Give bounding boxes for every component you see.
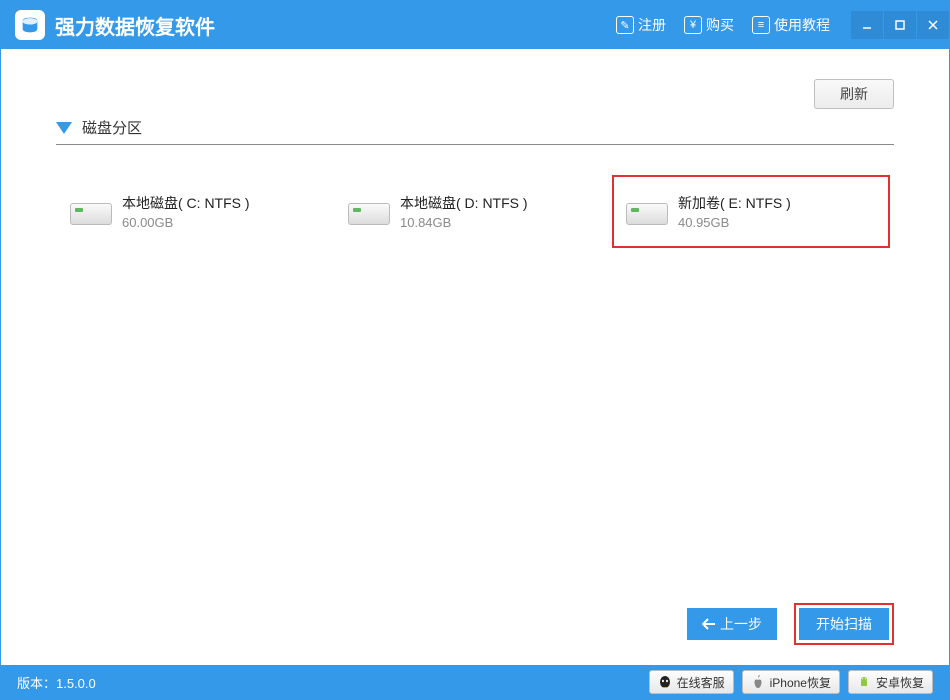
disk-item-c[interactable]: 本地磁盘( C: NTFS ) 60.00GB xyxy=(56,175,334,248)
disk-name: 本地磁盘( C: NTFS ) xyxy=(122,193,250,213)
section-title: 磁盘分区 xyxy=(82,117,142,138)
close-button[interactable] xyxy=(917,11,949,39)
drive-icon xyxy=(348,195,390,225)
disk-item-e[interactable]: 新加卷( E: NTFS ) 40.95GB xyxy=(612,175,890,248)
buy-link[interactable]: ¥ 购买 xyxy=(684,15,734,35)
footer: 版本：1.5.0.0 在线客服 iPhone恢复 安卓恢复 xyxy=(1,665,949,699)
drive-icon xyxy=(70,195,112,225)
refresh-button[interactable]: 刷新 xyxy=(814,79,894,109)
android-recovery-label: 安卓恢复 xyxy=(876,674,924,691)
titlebar: 强力数据恢复软件 ✎ 注册 ¥ 购买 ≡ 使用教程 xyxy=(1,1,949,49)
version-label: 版本：1.5.0.0 xyxy=(17,673,96,692)
disk-size: 40.95GB xyxy=(678,215,791,230)
section-header: 磁盘分区 xyxy=(56,117,894,138)
android-recovery-button[interactable]: 安卓恢复 xyxy=(848,670,933,694)
buy-label: 购买 xyxy=(706,15,734,35)
titlebar-actions: ✎ 注册 ¥ 购买 ≡ 使用教程 xyxy=(616,15,830,35)
online-service-label: 在线客服 xyxy=(677,674,725,691)
disk-size: 60.00GB xyxy=(122,215,250,230)
main-content: 刷新 磁盘分区 本地磁盘( C: NTFS ) 60.00GB 本地磁盘( D:… xyxy=(1,49,949,665)
tutorial-link[interactable]: ≡ 使用教程 xyxy=(752,15,830,35)
collapse-arrow-icon[interactable] xyxy=(56,122,72,134)
android-icon xyxy=(857,675,871,689)
iphone-recovery-button[interactable]: iPhone恢复 xyxy=(742,670,840,694)
maximize-button[interactable] xyxy=(884,11,916,39)
start-scan-button[interactable]: 开始扫描 xyxy=(799,608,889,640)
tutorial-label: 使用教程 xyxy=(774,15,830,35)
register-link[interactable]: ✎ 注册 xyxy=(616,15,666,35)
disk-item-d[interactable]: 本地磁盘( D: NTFS ) 10.84GB xyxy=(334,175,612,248)
qq-icon xyxy=(658,675,672,689)
window-controls xyxy=(850,11,949,39)
tutorial-icon: ≡ xyxy=(752,16,770,34)
register-icon: ✎ xyxy=(616,16,634,34)
prev-label: 上一步 xyxy=(720,614,762,634)
app-title: 强力数据恢复软件 xyxy=(55,11,215,40)
app-logo-icon xyxy=(15,10,45,40)
disk-list: 本地磁盘( C: NTFS ) 60.00GB 本地磁盘( D: NTFS ) … xyxy=(56,175,894,248)
back-arrow-icon xyxy=(702,618,716,630)
prev-button[interactable]: 上一步 xyxy=(687,608,777,640)
drive-icon xyxy=(626,195,668,225)
apple-icon xyxy=(751,675,765,689)
disk-name: 本地磁盘( D: NTFS ) xyxy=(400,193,528,213)
online-service-button[interactable]: 在线客服 xyxy=(649,670,734,694)
disk-size: 10.84GB xyxy=(400,215,528,230)
register-label: 注册 xyxy=(638,15,666,35)
buy-icon: ¥ xyxy=(684,16,702,34)
minimize-button[interactable] xyxy=(851,11,883,39)
section-divider xyxy=(56,144,894,145)
disk-name: 新加卷( E: NTFS ) xyxy=(678,193,791,213)
iphone-recovery-label: iPhone恢复 xyxy=(770,674,831,691)
nav-row: 上一步 开始扫描 xyxy=(682,603,894,645)
